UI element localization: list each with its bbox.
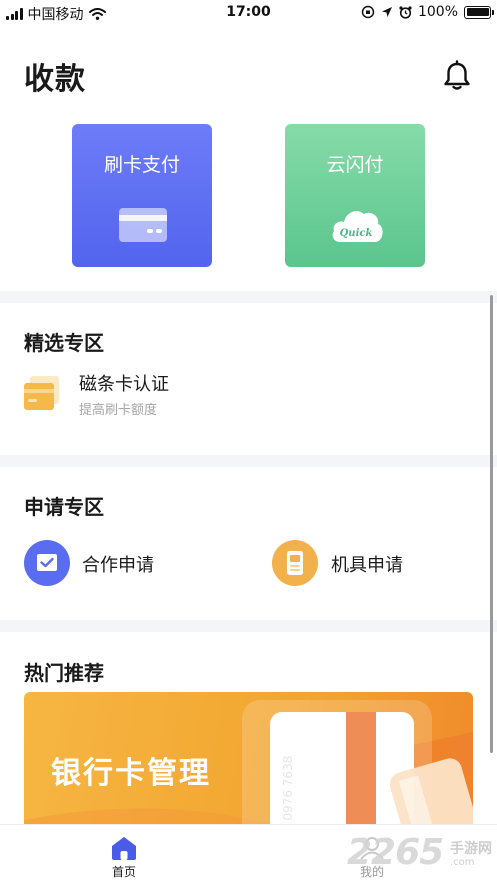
orientation-lock-icon bbox=[361, 5, 375, 19]
bank-card-icon bbox=[119, 208, 167, 242]
status-bar: 中国移动 17:00 100% bbox=[0, 0, 497, 26]
scrollbar[interactable] bbox=[490, 295, 493, 753]
quickpass-tile[interactable]: 云闪付 Quick bbox=[285, 124, 425, 267]
card-stack-icon bbox=[24, 376, 59, 410]
hot-title: 热门推荐 bbox=[24, 661, 104, 685]
check-doc-icon bbox=[24, 540, 70, 586]
location-icon bbox=[381, 7, 392, 17]
page-title: 收款 bbox=[24, 62, 86, 97]
tab-bar: 首页 我的 bbox=[0, 824, 497, 883]
bank-card-banner[interactable]: 5 0976 7638 银行卡管理 bbox=[24, 692, 473, 837]
card-payment-tile[interactable]: 刷卡支付 bbox=[72, 124, 212, 267]
quickpass-label: 云闪付 bbox=[326, 154, 384, 176]
section-divider bbox=[0, 620, 497, 632]
battery-icon bbox=[464, 5, 494, 19]
apply-title: 申请专区 bbox=[24, 495, 104, 519]
banner-title: 银行卡管理 bbox=[51, 756, 211, 791]
card-payment-label: 刷卡支付 bbox=[103, 154, 180, 176]
user-icon bbox=[360, 837, 384, 860]
apply-device-label: 机具申请 bbox=[331, 555, 403, 576]
section-divider bbox=[0, 291, 497, 303]
home-icon bbox=[112, 837, 136, 860]
tab-home-label: 首页 bbox=[112, 865, 137, 879]
alarm-icon bbox=[399, 5, 412, 19]
featured-item-name: 磁条卡认证 bbox=[79, 374, 169, 395]
tab-mine-label: 我的 bbox=[360, 865, 385, 879]
battery-percent: 100% bbox=[417, 4, 458, 20]
bell-icon[interactable] bbox=[442, 60, 472, 92]
apply-cooperation-label: 合作申请 bbox=[82, 555, 154, 576]
featured-item-subtitle: 提高刷卡额度 bbox=[79, 403, 158, 418]
card-number: 5 0976 7638 bbox=[281, 756, 295, 832]
pos-device-icon bbox=[272, 540, 318, 586]
quick-cloud-icon: Quick bbox=[332, 211, 383, 242]
featured-title: 精选专区 bbox=[24, 331, 104, 355]
section-divider bbox=[0, 455, 497, 467]
quick-text: Quick bbox=[340, 228, 373, 239]
